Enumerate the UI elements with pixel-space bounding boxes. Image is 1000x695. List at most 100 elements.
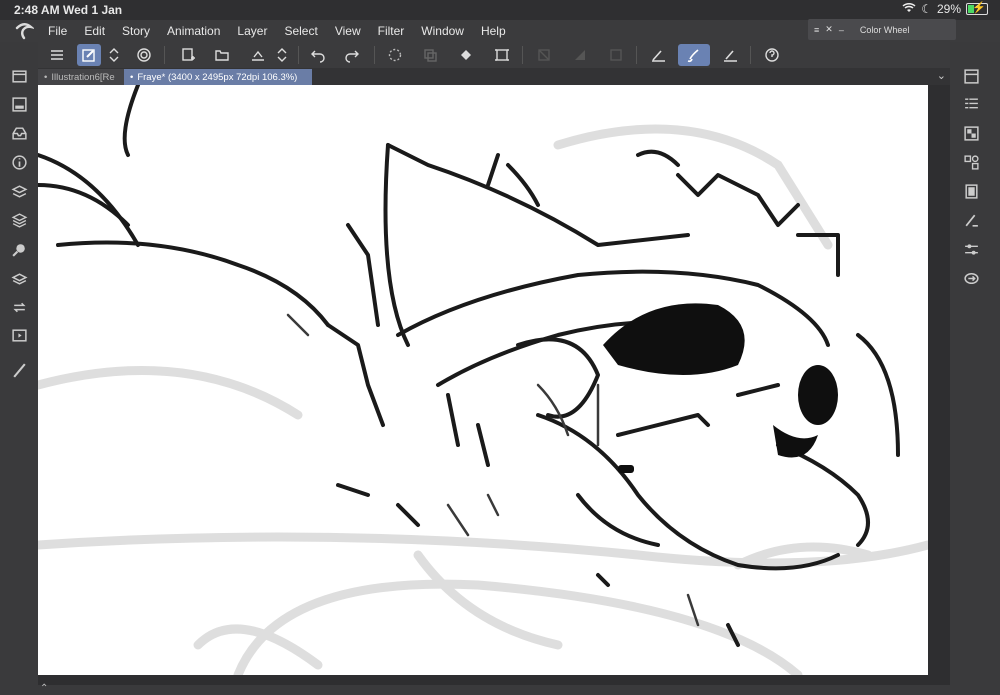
menu-story[interactable]: Story (122, 24, 150, 38)
stack2-icon (11, 212, 27, 228)
clear-selection-icon (538, 49, 550, 61)
copy2-button[interactable] (961, 181, 981, 201)
square-button[interactable] (604, 44, 628, 66)
battery-percent: 29% (936, 2, 961, 16)
document-tabs: • Illustration6[Re • Fraye* (3400 x 2495… (38, 68, 950, 85)
menu-window[interactable]: Window (421, 24, 464, 38)
menu-file[interactable]: File (48, 24, 67, 38)
menu-animation[interactable]: Animation (167, 24, 220, 38)
new-canvas-icon (182, 48, 195, 61)
menu-filter[interactable]: Filter (378, 24, 405, 38)
layers-icon (11, 96, 27, 112)
pen-tool-button[interactable] (9, 360, 29, 380)
grid-button[interactable] (961, 123, 981, 143)
animation-button[interactable] (9, 325, 29, 345)
brush-icon (687, 49, 699, 63)
inbox-button[interactable] (9, 123, 29, 143)
tab-dot-icon: • (130, 71, 134, 83)
info-button[interactable] (9, 152, 29, 172)
sync-icon (12, 302, 26, 312)
menu-edit[interactable]: Edit (84, 24, 105, 38)
chevron-down-icon[interactable]: ⌄ (937, 69, 946, 82)
pen-icon (652, 50, 665, 62)
open-button[interactable] (210, 44, 234, 66)
save-button[interactable] (246, 44, 270, 66)
brush-button[interactable] (678, 44, 710, 66)
transform-button[interactable] (490, 44, 514, 66)
brush-settings-button[interactable] (961, 210, 981, 230)
minimize-icon[interactable]: – (839, 25, 844, 35)
command-bar: « (0, 42, 1000, 68)
new-layer-button[interactable] (77, 44, 101, 66)
status-right: ☾ 29% ⚡ (902, 2, 988, 16)
stack-button[interactable] (9, 181, 29, 201)
stack2-button[interactable] (9, 210, 29, 230)
color-wheel-panel[interactable]: ≡ ✕ – Color Wheel (808, 19, 956, 40)
undo-button[interactable] (306, 44, 330, 66)
drag-handle-icon[interactable]: ≡ (814, 25, 819, 35)
export-icon (963, 272, 979, 284)
pen-button[interactable] (646, 44, 670, 66)
list-icon (964, 97, 978, 108)
help-button[interactable] (760, 44, 784, 66)
menu-list: File Edit Story Animation Layer Select V… (48, 24, 506, 38)
right-panel-button[interactable] (961, 66, 981, 86)
menu-help[interactable]: Help (481, 24, 506, 38)
sliders-icon (964, 243, 978, 255)
tab-dot-icon: • (44, 71, 48, 83)
tab-fraye[interactable]: • Fraye* (3400 x 2495px 72dpi 106.3%) (124, 69, 312, 85)
shapes-button[interactable] (961, 152, 981, 172)
transform-icon (495, 49, 509, 61)
chevron-up-icon[interactable]: ⌃ (40, 683, 48, 694)
list-button[interactable] (961, 94, 981, 114)
copy-button[interactable] (418, 44, 442, 66)
clock: 2:48 AM (14, 3, 60, 17)
canvas-area[interactable] (38, 85, 950, 685)
layers2-icon (10, 272, 28, 285)
menu-layer[interactable]: Layer (237, 24, 267, 38)
panel-toggle-button[interactable] (9, 66, 29, 86)
redo-button[interactable] (340, 44, 364, 66)
layers2-button[interactable] (9, 268, 29, 288)
sliders-button[interactable] (961, 239, 981, 259)
stepper-button[interactable] (106, 44, 122, 66)
fill-button[interactable] (454, 44, 478, 66)
copy2-icon (964, 183, 978, 199)
new-canvas-button[interactable] (176, 44, 200, 66)
spiral-icon (137, 48, 151, 62)
drawing-canvas[interactable] (38, 85, 928, 675)
battery-icon: ⚡ (966, 2, 988, 15)
open-folder-icon (215, 50, 229, 61)
search-button[interactable] (9, 239, 29, 259)
menu-view[interactable]: View (335, 24, 361, 38)
app-logo-icon[interactable] (14, 22, 36, 40)
right-toolbar (950, 42, 1000, 695)
menu-button[interactable] (45, 44, 69, 66)
film-icon (11, 328, 27, 342)
search-icon (11, 243, 25, 257)
export-button[interactable] (961, 268, 981, 288)
info-icon (11, 154, 27, 170)
clear-selection-button[interactable] (532, 44, 556, 66)
panel-icon (11, 69, 27, 83)
gradient-button[interactable] (568, 44, 592, 66)
menu-select[interactable]: Select (284, 24, 317, 38)
tab-label: Illustration6[Re (51, 71, 115, 83)
layers-button[interactable] (9, 94, 29, 114)
fill-icon (461, 50, 471, 60)
separator (298, 46, 299, 64)
panel-right-icon (963, 68, 979, 84)
tab-illustration6[interactable]: • Illustration6[Re (38, 69, 126, 85)
stepper-button-2[interactable] (274, 44, 290, 66)
menu-icon (51, 50, 63, 60)
spiral-button[interactable] (132, 44, 156, 66)
sync-button[interactable] (9, 297, 29, 317)
left-toolbar (0, 42, 38, 695)
eraser-button[interactable] (718, 44, 742, 66)
loading-button[interactable] (383, 44, 407, 66)
inbox-icon (11, 126, 27, 140)
eraser-icon (724, 50, 737, 62)
date: Wed 1 Jan (63, 3, 123, 17)
close-icon[interactable]: ✕ (825, 24, 833, 35)
grid-icon (963, 125, 979, 141)
